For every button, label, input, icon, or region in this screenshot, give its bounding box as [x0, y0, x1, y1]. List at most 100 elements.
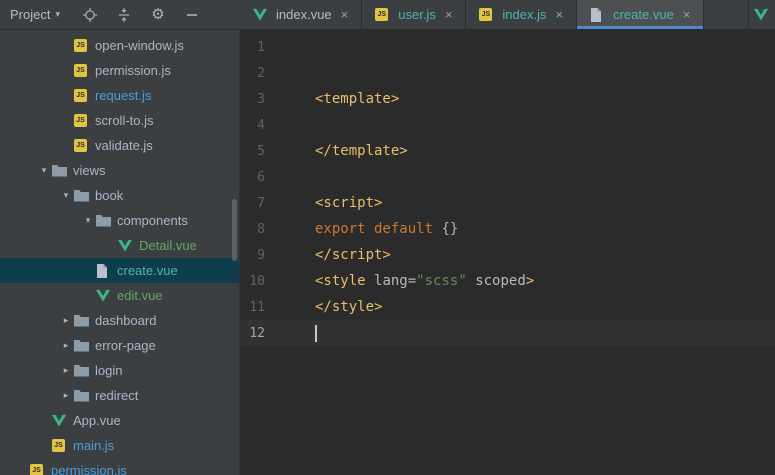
tab-index.vue[interactable]: index.vue ×: [240, 0, 363, 29]
tab-partial[interactable]: [748, 0, 775, 29]
tree-item-create.vue[interactable]: create.vue: [0, 258, 239, 283]
tree-item-label: error-page: [95, 338, 156, 353]
line-number: 5: [257, 143, 265, 159]
tree-item-label: create.vue: [117, 263, 178, 278]
tree-item-request.js[interactable]: JS request.js: [0, 83, 239, 108]
code-text: </template>: [315, 143, 408, 159]
close-icon[interactable]: ×: [556, 7, 564, 22]
tab-create.vue[interactable]: create.vue ×: [577, 0, 705, 29]
tree-item-label: open-window.js: [95, 38, 184, 53]
chevron-expanded-icon[interactable]: ▾: [80, 215, 96, 226]
folder-icon: [74, 314, 94, 327]
chevron-expanded-icon[interactable]: ▾: [36, 165, 52, 176]
chevron-collapsed-icon[interactable]: ▸: [58, 315, 74, 326]
js-icon: JS: [74, 139, 94, 152]
tree-item-error-page[interactable]: ▸ error-page: [0, 333, 239, 358]
chevron-collapsed-icon[interactable]: ▸: [58, 340, 74, 351]
js-icon: JS: [375, 8, 391, 21]
code-text: [315, 324, 317, 342]
tree-item-label: components: [117, 213, 188, 228]
js-icon: JS: [74, 39, 94, 52]
editor-line-7[interactable]: 7 <script>: [240, 190, 775, 216]
tree-scrollbar-thumb[interactable]: [232, 199, 237, 261]
editor-line-9[interactable]: 9 </script>: [240, 242, 775, 268]
editor-line-10[interactable]: 10 <style lang = "scss" scoped >: [240, 268, 775, 294]
editor-line-4[interactable]: 4: [240, 112, 775, 138]
tree-item-dashboard[interactable]: ▸ dashboard: [0, 308, 239, 333]
line-number: 1: [257, 39, 265, 55]
tree-item-detail.vue[interactable]: Detail.vue: [0, 233, 239, 258]
tree-item-permission.js[interactable]: JS permission.js: [0, 458, 239, 475]
text-cursor: [315, 324, 317, 342]
ide-window: Project ▾ ⚙ index.vue × JS user.js × JS index.…: [0, 0, 775, 475]
editor-line-6[interactable]: 6: [240, 164, 775, 190]
tree-item-permission.js[interactable]: JS permission.js: [0, 58, 239, 83]
editor-line-12[interactable]: 12: [240, 320, 775, 346]
tree-item-label: views: [73, 163, 106, 178]
tree-item-label: main.js: [73, 438, 115, 453]
vue-icon: [754, 8, 770, 21]
editor-line-3[interactable]: 3 <template>: [240, 86, 775, 112]
hide-panel-icon[interactable]: [184, 7, 200, 23]
js-icon: JS: [74, 114, 94, 127]
tree-item-label: book: [95, 188, 124, 203]
tree-item-label: request.js: [95, 88, 152, 103]
editor-line-8[interactable]: 8 export default {}: [240, 216, 775, 242]
js-icon: JS: [479, 8, 495, 21]
scope-icon[interactable]: [82, 7, 98, 23]
tree-item-open-window.js[interactable]: JS open-window.js: [0, 33, 239, 58]
editor-pane[interactable]: 1 2 3 <template> 4 5 </template> 6 7 <script> 8 exp…: [240, 30, 775, 475]
tree-item-label: permission.js: [95, 63, 171, 78]
chevron-collapsed-icon[interactable]: ▸: [58, 390, 74, 401]
collapse-all-icon[interactable]: [116, 7, 132, 23]
code-text: <script>: [315, 195, 383, 211]
tab-user.js[interactable]: JS user.js ×: [362, 0, 467, 29]
folder-icon: [96, 214, 116, 227]
tree-item-label: dashboard: [95, 313, 157, 328]
folder-icon: [74, 389, 94, 402]
settings-gear-icon[interactable]: ⚙: [150, 7, 166, 23]
folder-icon: [74, 189, 94, 202]
tree-item-label: login: [95, 363, 123, 378]
editor-line-5[interactable]: 5 </template>: [240, 138, 775, 164]
editor-line-2[interactable]: 2: [240, 60, 775, 86]
vue-icon: [118, 239, 138, 252]
project-selector[interactable]: Project ▾: [8, 7, 62, 22]
editor-line-11[interactable]: 11 </style>: [240, 294, 775, 320]
project-toolbar: Project ▾ ⚙: [0, 0, 240, 29]
tree-item-edit.vue[interactable]: edit.vue: [0, 283, 239, 308]
code-text: </script>: [315, 247, 391, 263]
tree-item-login[interactable]: ▸ login: [0, 358, 239, 383]
tree-item-components[interactable]: ▾ components: [0, 208, 239, 233]
tree-item-views[interactable]: ▾ views: [0, 158, 239, 183]
js-icon: JS: [52, 439, 72, 452]
close-icon[interactable]: ×: [683, 7, 691, 22]
code-text: export default {}: [315, 221, 459, 237]
chevron-expanded-icon[interactable]: ▾: [58, 190, 74, 201]
tab-index.js[interactable]: JS index.js ×: [466, 0, 578, 29]
tree-item-redirect[interactable]: ▸ redirect: [0, 383, 239, 408]
folder-icon: [74, 364, 94, 377]
tree-item-validate.js[interactable]: JS validate.js: [0, 133, 239, 158]
editor-lines: 1 2 3 <template> 4 5 </template> 6 7 <script> 8 exp…: [240, 34, 775, 346]
tree-item-main.js[interactable]: JS main.js: [0, 433, 239, 458]
close-icon[interactable]: ×: [445, 7, 453, 22]
chevron-collapsed-icon[interactable]: ▸: [58, 365, 74, 376]
tree-item-app.vue[interactable]: App.vue: [0, 408, 239, 433]
active-tab-underline: [577, 26, 704, 29]
code-text: <style lang = "scss" scoped >: [315, 273, 535, 289]
tree-item-label: edit.vue: [117, 288, 163, 303]
line-number: 6: [257, 169, 265, 185]
tree-item-book[interactable]: ▾ book: [0, 183, 239, 208]
line-number: 10: [249, 273, 265, 289]
js-icon: JS: [74, 64, 94, 77]
folder-icon: [74, 339, 94, 352]
toolbar-icons: ⚙: [82, 7, 200, 23]
project-tree: JS open-window.js JS permission.js JS request…: [0, 30, 240, 475]
editor-line-1[interactable]: 1: [240, 34, 775, 60]
tree-item-label: Detail.vue: [139, 238, 197, 253]
close-icon[interactable]: ×: [341, 7, 349, 22]
js-icon: JS: [74, 89, 94, 102]
tree-item-scroll-to.js[interactable]: JS scroll-to.js: [0, 108, 239, 133]
line-number: 11: [249, 299, 265, 315]
